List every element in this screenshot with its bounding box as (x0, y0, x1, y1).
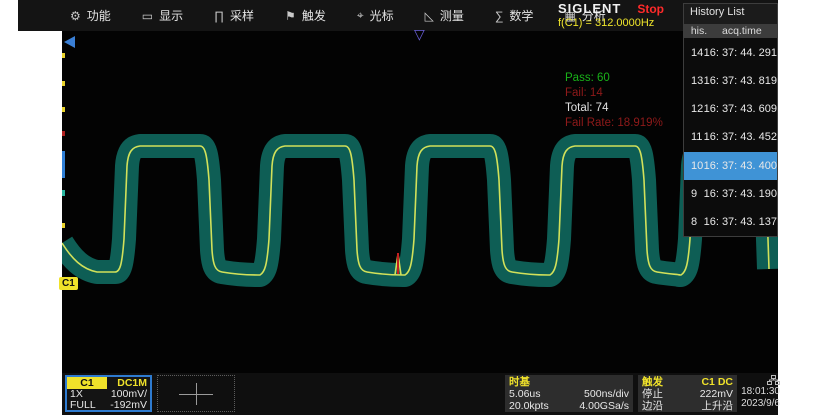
history-row-time: 16: 37: 43. 609 (704, 103, 777, 115)
trigger-position-icon[interactable]: ▽ (414, 27, 425, 41)
plus-icon (196, 383, 197, 405)
channel1-level-badge[interactable]: C1 (59, 277, 78, 290)
trigger-source: C1 (701, 376, 714, 388)
menu-item-label: 测量 (440, 7, 464, 24)
menu-item-label: 采样 (230, 7, 254, 24)
status-bar: C1 DC1M 1X 100mV/ FULL -192mV 时基 5.06us … (62, 373, 778, 415)
waveform-area[interactable]: ▽ Pass: 60 Fail: 14 Total: 74 Fail Rate:… (62, 31, 778, 373)
timebase-label: 时基 (509, 376, 530, 388)
menu-item-label: 显示 (159, 7, 183, 24)
history-row-12[interactable]: 1216: 37: 43. 609 (684, 95, 777, 123)
history-col-acqtime: acq.time (714, 25, 777, 37)
history-row-9[interactable]: 916: 37: 43. 190 (684, 180, 777, 208)
network-icon[interactable] (738, 375, 780, 386)
history-row-time: 16: 37: 43. 819 (704, 75, 777, 87)
acquire-icon: ∏ (214, 9, 224, 23)
history-row-id: 9 (684, 188, 704, 200)
history-row-id: 10 (684, 160, 704, 172)
trigger-box[interactable]: 触发 C1 DC 停止 222mV 边沿 上升沿 (638, 375, 737, 412)
waveform-plot (62, 31, 778, 373)
history-row-id: 14 (684, 47, 704, 59)
history-row-time: 16: 37: 43. 137 (704, 216, 777, 228)
fail-rate: Fail Rate: 18.919% (565, 116, 663, 131)
menu-item-label: 光标 (370, 7, 394, 24)
clock-date: 2023/9/6 (738, 398, 780, 410)
trigger-slope: 上升沿 (702, 400, 734, 412)
history-row-id: 11 (684, 131, 704, 143)
edge-mark (62, 190, 65, 196)
menu-item-3[interactable]: ∏ 采样 (214, 7, 254, 24)
cursor-icon: ⌖ (357, 8, 364, 23)
history-row-time: 16: 37: 43. 452 (704, 131, 777, 143)
run-state-badge[interactable]: Stop (637, 2, 664, 16)
history-row-10[interactable]: 1016: 37: 43. 400 (684, 152, 777, 180)
history-rows: 1416: 37: 44. 2911316: 37: 43. 8191216: … (684, 39, 777, 236)
history-row-time: 16: 37: 44. 291 (704, 47, 777, 59)
history-row-14[interactable]: 1416: 37: 44. 291 (684, 39, 777, 67)
trigger-flag-icon: ⚑ (285, 9, 296, 23)
menu-item-label: 功能 (87, 7, 111, 24)
edge-mark (62, 151, 65, 178)
channel1-offset: -192mV (110, 400, 147, 411)
menu-item-4[interactable]: ⚑ 触发 (285, 7, 326, 24)
edge-mark (62, 223, 65, 228)
menu-items: ⚙功能▭显示∏采样⚑触发⌖光标◺测量∑数学▦分析 (70, 0, 606, 31)
gear-icon: ⚙ (70, 9, 81, 23)
clock-block: 18:01:30 2023/9/6 (738, 375, 780, 410)
edge-mark (62, 81, 65, 86)
history-row-8[interactable]: 816: 37: 43. 137 (684, 208, 777, 236)
history-row-time: 16: 37: 43. 400 (704, 160, 777, 172)
channel1-bandwidth: FULL (70, 400, 96, 411)
measure-icon: ◺ (425, 9, 434, 23)
math-icon: ∑ (495, 9, 504, 23)
edge-mark (62, 131, 65, 136)
display-icon: ▭ (142, 9, 153, 23)
menu-item-2[interactable]: ▭ 显示 (142, 7, 183, 24)
timebase-scale: 500ns/div (584, 388, 629, 400)
timebase-samplerate: 4.00GSa/s (579, 400, 629, 412)
history-panel: History List his. acq.time 1416: 37: 44.… (683, 3, 778, 237)
menu-item-label: 触发 (302, 7, 326, 24)
history-col-his: his. (684, 25, 714, 37)
trigger-coupling: DC (718, 376, 733, 388)
history-row-id: 13 (684, 75, 704, 87)
timebase-box[interactable]: 时基 5.06us 500ns/div 20.0kpts 4.00GSa/s (505, 375, 633, 412)
history-left-arrow-icon[interactable] (64, 36, 75, 48)
history-row-11[interactable]: 1116: 37: 43. 452 (684, 123, 777, 151)
total-count: Total: 74 (565, 101, 663, 116)
fail-count: Fail: 14 (565, 86, 663, 101)
menu-item-7[interactable]: ∑ 数学 (495, 7, 534, 24)
siglent-logo: SIGLENT (558, 1, 621, 16)
oscilloscope-screen: ⚙功能▭显示∏采样⚑触发⌖光标◺测量∑数学▦分析 SIGLENT Stop f(… (0, 0, 840, 420)
history-row-id: 8 (684, 216, 704, 228)
timebase-delay: 5.06us (509, 388, 541, 400)
history-panel-title[interactable]: History List (684, 4, 777, 24)
menu-item-6[interactable]: ◺ 测量 (425, 7, 464, 24)
menu-item-5[interactable]: ⌖ 光标 (357, 7, 394, 24)
channel1-box[interactable]: C1 DC1M 1X 100mV/ FULL -192mV (65, 375, 152, 412)
timebase-points: 20.0kpts (509, 400, 549, 412)
history-header-row: his. acq.time (684, 24, 777, 38)
menu-item-1[interactable]: ⚙ 功能 (70, 7, 111, 24)
history-row-13[interactable]: 1316: 37: 43. 819 (684, 67, 777, 95)
pass-count: Pass: 60 (565, 71, 663, 86)
history-row-id: 12 (684, 103, 704, 115)
trigger-level: 222mV (700, 388, 733, 400)
edge-mark (62, 53, 65, 58)
menu-item-label: 数学 (509, 7, 533, 24)
menu-bar: ⚙功能▭显示∏采样⚑触发⌖光标◺测量∑数学▦分析 SIGLENT Stop f(… (18, 0, 778, 31)
edge-mark (62, 107, 65, 112)
math-placeholder-box[interactable] (157, 375, 235, 412)
history-row-time: 16: 37: 43. 190 (704, 188, 777, 200)
trigger-mode: 边沿 (642, 400, 663, 412)
trigger-status: 停止 (642, 388, 663, 400)
trigger-label: 触发 (642, 376, 663, 388)
clock-time: 18:01:30 (738, 386, 780, 398)
passfail-statistics: Pass: 60 Fail: 14 Total: 74 Fail Rate: 1… (565, 71, 663, 131)
